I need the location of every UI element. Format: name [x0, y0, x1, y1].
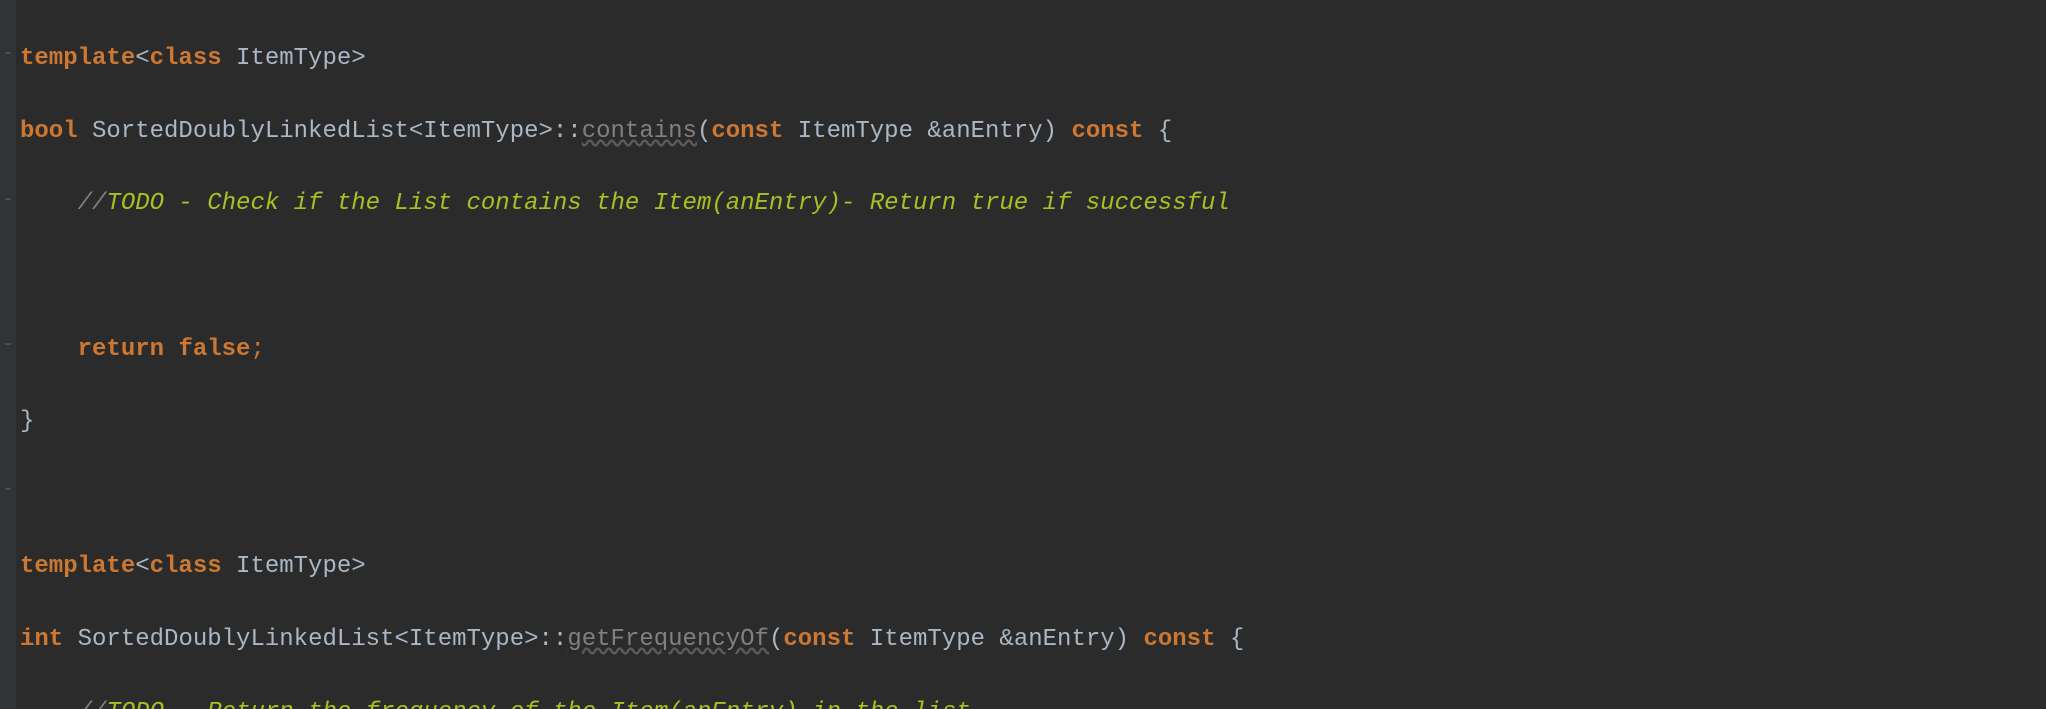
space: [164, 336, 178, 363]
punct: >: [351, 45, 365, 72]
punct: <: [409, 118, 423, 145]
punct: >: [539, 118, 553, 145]
code-line[interactable]: //TODO - Return the frequency of the Ite…: [20, 695, 1244, 709]
code-line[interactable]: int SortedDoublyLinkedList<ItemType>::ge…: [20, 622, 1244, 658]
code-line[interactable]: }: [20, 404, 1244, 440]
punct: >: [351, 553, 365, 580]
gutter: − − − −: [0, 0, 16, 709]
type-name: ItemType: [798, 118, 913, 145]
fold-toggle-icon[interactable]: −: [2, 194, 14, 206]
type-name: ItemType: [236, 45, 351, 72]
param-name: anEntry: [1014, 626, 1115, 653]
keyword-class: class: [150, 45, 222, 72]
indent: [20, 699, 78, 709]
space: [913, 118, 927, 145]
code-line[interactable]: return false;: [20, 332, 1244, 368]
keyword-bool: bool: [20, 118, 78, 145]
code-line[interactable]: template<class ItemType>: [20, 41, 1244, 77]
space: [222, 553, 236, 580]
class-name: SortedDoublyLinkedList: [92, 118, 409, 145]
space: [222, 45, 236, 72]
semicolon: ;: [250, 336, 264, 363]
keyword-const: const: [711, 118, 783, 145]
type-name: ItemType: [409, 626, 524, 653]
space: [985, 626, 999, 653]
keyword-return: return: [78, 336, 164, 363]
space: [1143, 118, 1157, 145]
comment-slashes: //: [78, 190, 107, 217]
space: [783, 118, 797, 145]
type-name: ItemType: [236, 553, 351, 580]
brace: {: [1230, 626, 1244, 653]
todo-comment: TODO - Check if the List contains the It…: [106, 190, 1229, 217]
space: [78, 118, 92, 145]
type-name: ItemType: [423, 118, 538, 145]
scope-op: ::: [553, 118, 582, 145]
scope-op: ::: [539, 626, 568, 653]
keyword-template: template: [20, 45, 135, 72]
code-line[interactable]: //TODO - Check if the List contains the …: [20, 186, 1244, 222]
keyword-const: const: [1143, 626, 1215, 653]
fold-toggle-icon[interactable]: −: [2, 48, 14, 60]
code-line[interactable]: template<class ItemType>: [20, 549, 1244, 585]
comment-slashes: //: [78, 699, 107, 709]
indent: [20, 190, 78, 217]
punct: <: [135, 45, 149, 72]
amp: &: [999, 626, 1013, 653]
space: [63, 626, 77, 653]
keyword-false: false: [178, 336, 250, 363]
code-line[interactable]: [20, 477, 1244, 513]
space: [1215, 626, 1229, 653]
fold-toggle-icon[interactable]: −: [2, 484, 14, 496]
keyword-class: class: [150, 553, 222, 580]
code-editor[interactable]: − − − − template<class ItemType> bool So…: [0, 0, 2046, 709]
code-line[interactable]: bool SortedDoublyLinkedList<ItemType>::c…: [20, 114, 1244, 150]
class-name: SortedDoublyLinkedList: [78, 626, 395, 653]
space: [1129, 626, 1143, 653]
punct: >: [524, 626, 538, 653]
code-area[interactable]: template<class ItemType> bool SortedDoub…: [20, 5, 1244, 709]
amp: &: [927, 118, 941, 145]
keyword-const: const: [1071, 118, 1143, 145]
indent: [20, 336, 78, 363]
punct: ): [1043, 118, 1057, 145]
space: [855, 626, 869, 653]
brace: }: [20, 408, 34, 435]
code-line[interactable]: [20, 259, 1244, 295]
brace: {: [1158, 118, 1172, 145]
punct: (: [769, 626, 783, 653]
punct: <: [135, 553, 149, 580]
keyword-template: template: [20, 553, 135, 580]
keyword-int: int: [20, 626, 63, 653]
punct: <: [394, 626, 408, 653]
punct: (: [697, 118, 711, 145]
function-name: contains: [582, 118, 697, 145]
space: [1057, 118, 1071, 145]
param-name: anEntry: [942, 118, 1043, 145]
function-name: getFrequencyOf: [567, 626, 769, 653]
todo-comment: TODO - Return the frequency of the Item(…: [106, 699, 970, 709]
fold-toggle-icon[interactable]: −: [2, 339, 14, 351]
keyword-const: const: [783, 626, 855, 653]
type-name: ItemType: [870, 626, 985, 653]
punct: ): [1115, 626, 1129, 653]
